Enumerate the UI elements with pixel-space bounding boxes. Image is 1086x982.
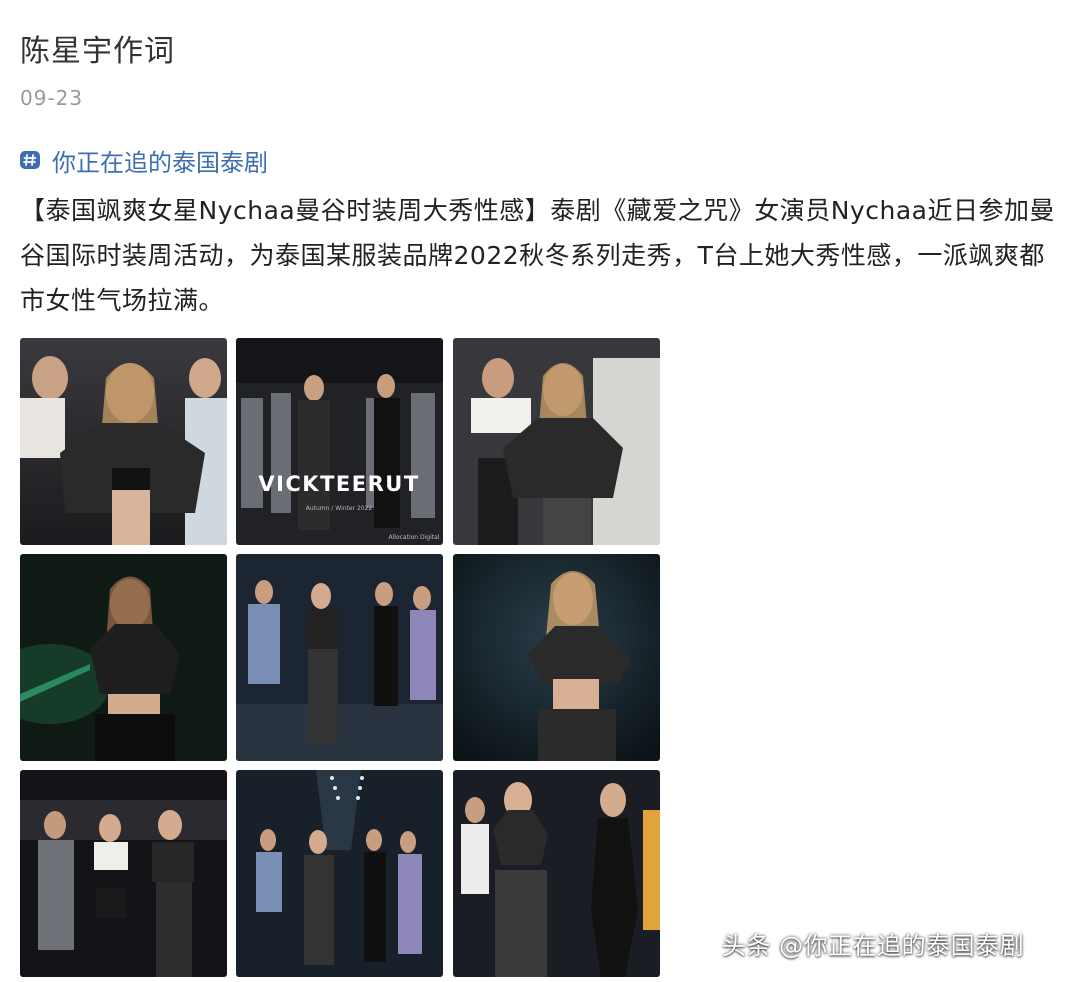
brand-overlay-subtitle: Autumn / Winter 2022 xyxy=(306,505,373,512)
photo-7[interactable] xyxy=(20,770,227,977)
photo-3[interactable] xyxy=(453,338,660,545)
photo-4[interactable] xyxy=(20,554,227,761)
hashtag-icon xyxy=(20,150,40,170)
photo-9[interactable] xyxy=(453,770,660,977)
post-text: 【泰国飒爽女星Nychaa曼谷时装周大秀性感】泰剧《藏爱之咒》女演员Nychaa… xyxy=(20,196,1055,315)
topic-label: 你正在追的泰国泰剧 xyxy=(52,148,268,177)
brand-overlay-credit: Allocation Digital xyxy=(389,534,440,541)
photo-8[interactable] xyxy=(236,770,443,977)
image-grid: VICKTEERUT Autumn / Winter 2022 Allocati… xyxy=(20,338,660,977)
post-date: 09-23 xyxy=(20,86,84,110)
photo-6[interactable] xyxy=(453,554,660,761)
source-watermark: 头条 @你正在追的泰国泰剧 xyxy=(722,932,1025,960)
photo-2[interactable]: VICKTEERUT Autumn / Winter 2022 Allocati… xyxy=(236,338,443,545)
topic-link[interactable]: 你正在追的泰国泰剧 xyxy=(20,142,268,178)
post-author[interactable]: 陈星宇作词 xyxy=(20,26,175,70)
brand-overlay-text: VICKTEERUT xyxy=(258,472,419,496)
photo-5[interactable] xyxy=(236,554,443,761)
photo-1[interactable] xyxy=(20,338,227,545)
